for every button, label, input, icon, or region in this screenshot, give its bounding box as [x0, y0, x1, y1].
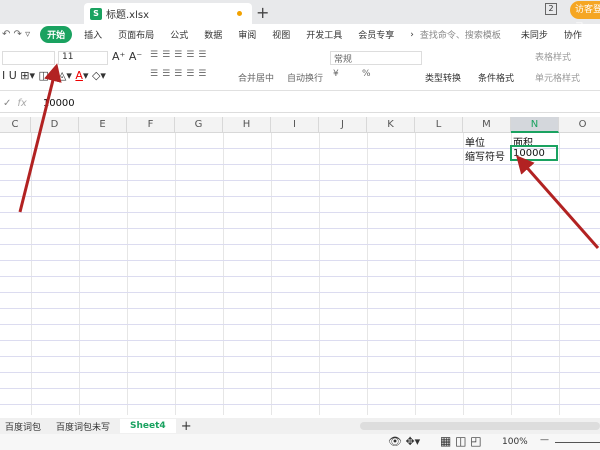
annotation-arrows — [18, 63, 600, 249]
sheet-tab-1[interactable]: 百度词包 — [5, 420, 41, 433]
add-sheet-button[interactable]: + — [181, 419, 192, 434]
sheet-tab-3[interactable]: Sheet4 — [120, 419, 176, 433]
arrow-to-cell — [516, 155, 600, 249]
sheet-tab-2[interactable]: 百度词包未写 — [56, 420, 110, 433]
zoom-slider[interactable] — [555, 442, 600, 443]
status-bar: 👁 ✥▾ ▦ ◫ ◰ 100% — — [0, 434, 600, 450]
arrow-to-start-tab — [18, 63, 62, 213]
sheet-tabs: 百度词包 百度词包未写 Sheet4 + — [0, 418, 600, 434]
zoom-level[interactable]: 100% — [502, 437, 528, 447]
zoom-out-button[interactable]: — — [540, 435, 549, 445]
horizontal-scrollbar[interactable] — [360, 422, 600, 430]
view-mode-icons[interactable]: ▦ ◫ ◰ — [440, 434, 482, 448]
eye-protect-icon[interactable]: 👁 ✥▾ — [388, 435, 420, 448]
